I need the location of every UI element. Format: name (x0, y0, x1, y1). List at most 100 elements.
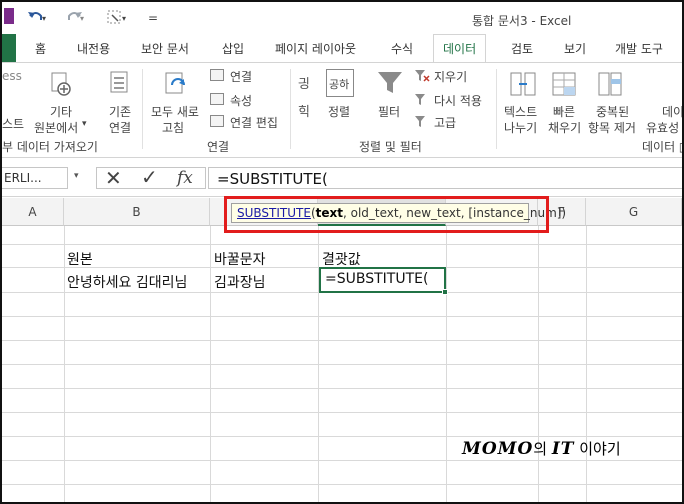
cell-d2[interactable]: 결괏값 (322, 249, 361, 269)
filter-icon[interactable] (376, 69, 404, 97)
title-bar: ▾ ▾ ▾ = 통합 문서3 - Excel (2, 2, 682, 34)
data-validation-label-1[interactable]: 데이 (662, 103, 682, 120)
cell-d3-editing[interactable]: =SUBSTITUTE( (325, 271, 428, 287)
svg-text:▾: ▾ (42, 14, 46, 23)
group-label-get-external: 부 데이터 가져오기 (2, 140, 98, 154)
watermark-rest: 이야기 (574, 440, 621, 458)
gridline (2, 484, 682, 485)
edit-links-label[interactable]: 연결 편집 (230, 114, 278, 131)
connections-label[interactable]: 연결 (230, 68, 252, 85)
other-sources-label-2[interactable]: 원본에서 (34, 119, 78, 136)
tab-page-layout[interactable]: 페이지 레이아웃 (275, 40, 356, 57)
text-to-columns-icon[interactable] (508, 69, 538, 99)
tab-home[interactable]: 홈 (35, 40, 46, 57)
svg-text:▾: ▾ (122, 14, 126, 23)
tab-insert[interactable]: 삽입 (222, 40, 244, 57)
formula-bar: ERLI... ▾ ✕ ✓ fx =SUBSTITUTE( (2, 159, 682, 197)
refresh-all-label-1[interactable]: 모두 새로 (151, 103, 199, 120)
cancel-icon[interactable]: ✕ (105, 166, 122, 190)
gridline (2, 436, 682, 437)
watermark: MOMO의 IT 이야기 (462, 438, 621, 459)
file-tab[interactable] (2, 34, 16, 62)
sort-label[interactable]: 정렬 (328, 103, 350, 120)
watermark-brand: MOMO (462, 439, 534, 459)
column-header-b[interactable]: B (64, 198, 210, 226)
reapply-label[interactable]: 다시 적용 (434, 92, 482, 109)
save-icon[interactable] (4, 8, 14, 24)
tab-formulas[interactable]: 수식 (391, 40, 413, 57)
from-text-label[interactable]: 스트 (2, 115, 24, 132)
ribbon-data: ess 스트 기타 원본에서 ▾ 기존 연결 부 데이터 가져오기 모두 새로 … (2, 62, 682, 158)
existing-connections-label-1[interactable]: 기존 (109, 103, 131, 120)
window-title: 통합 문서3 - Excel (472, 14, 572, 28)
edit-links-icon[interactable] (210, 115, 224, 127)
tab-my-use[interactable]: 내전용 (77, 40, 110, 57)
connections-icon[interactable] (210, 69, 224, 81)
text-to-columns-label-1[interactable]: 텍스트 (504, 103, 537, 120)
fill-handle[interactable] (442, 289, 448, 295)
sort-icon[interactable]: 공하 (326, 69, 354, 97)
tab-data[interactable]: 데이터 (433, 34, 487, 63)
advanced-filter-icon[interactable] (414, 115, 430, 129)
text-to-columns-label-2[interactable]: 나누기 (504, 119, 537, 136)
ribbon-tabs: 홈 내전용 보안 문서 삽입 페이지 레이아웃 수식 데이터 검토 보기 개발 … (2, 34, 682, 63)
svg-text:▾: ▾ (80, 14, 84, 23)
remove-duplicates-icon[interactable] (596, 69, 626, 99)
existing-connections-label-2[interactable]: 연결 (109, 119, 131, 136)
watermark-particle: 의 (533, 440, 552, 458)
cell-c2[interactable]: 바꿀문자 (214, 249, 266, 269)
sort-az-icon[interactable]: 긩 (298, 73, 310, 92)
undo-icon[interactable]: ▾ (26, 9, 48, 25)
name-box-dropdown-icon[interactable]: ▾ (74, 171, 79, 181)
column-header-a[interactable]: A (2, 198, 64, 226)
flash-fill-icon[interactable] (550, 69, 580, 99)
sort-za-icon[interactable]: 힉 (298, 101, 310, 120)
formula-input[interactable]: =SUBSTITUTE( (208, 167, 682, 189)
tab-review[interactable]: 검토 (511, 40, 533, 57)
existing-connections-icon[interactable] (108, 69, 132, 99)
tab-developer[interactable]: 개발 도구 (615, 40, 663, 57)
group-separator (142, 69, 143, 149)
name-box[interactable]: ERLI... (2, 167, 68, 189)
remove-duplicates-label-2[interactable]: 항목 제거 (588, 119, 636, 136)
group-separator (496, 69, 497, 149)
properties-icon[interactable] (210, 93, 224, 105)
other-sources-label-1[interactable]: 기타 (50, 103, 72, 120)
redo-icon[interactable]: ▾ (64, 9, 86, 25)
group-label-sort-filter: 정렬 및 필터 (359, 140, 422, 154)
tab-secure-doc[interactable]: 보안 문서 (141, 40, 189, 57)
properties-label[interactable]: 속성 (230, 92, 252, 109)
quick-access-more[interactable]: = (148, 11, 158, 25)
group-label-connections: 연결 (207, 140, 230, 154)
chevron-down-icon[interactable]: ▾ (82, 119, 87, 129)
column-header-g[interactable]: G (586, 198, 682, 226)
tab-view[interactable]: 보기 (564, 40, 586, 57)
watermark-brand-2: IT (551, 439, 575, 459)
data-validation-label-2[interactable]: 유효성 (646, 119, 679, 136)
customize-icon[interactable]: ▾ (106, 9, 130, 25)
gridline (2, 316, 682, 317)
gridline (2, 244, 682, 245)
formula-buttons: ✕ ✓ fx (96, 165, 206, 190)
remove-duplicates-label-1[interactable]: 중복된 (596, 103, 629, 120)
excel-window: ▾ ▾ ▾ = 통합 문서3 - Excel 홈 내전용 보안 문서 삽입 페이… (0, 0, 684, 504)
clear-filter-icon[interactable] (414, 69, 430, 83)
gridline (2, 460, 682, 461)
filter-label[interactable]: 필터 (378, 103, 400, 120)
insert-function-icon[interactable]: fx (177, 168, 193, 188)
active-cell-d3[interactable]: =SUBSTITUTE( (319, 267, 448, 295)
enter-icon[interactable]: ✓ (141, 165, 158, 189)
reapply-icon[interactable] (414, 93, 430, 107)
gridline (2, 364, 682, 365)
cell-b2[interactable]: 원본 (67, 249, 93, 269)
flash-fill-label-2[interactable]: 채우기 (548, 119, 581, 136)
cell-c3[interactable]: 김과장님 (214, 272, 266, 292)
other-sources-icon[interactable] (48, 69, 74, 99)
flash-fill-label-1[interactable]: 빠른 (553, 103, 575, 120)
refresh-all-label-2[interactable]: 고침 (162, 119, 184, 136)
advanced-label[interactable]: 고급 (434, 114, 456, 131)
clear-label[interactable]: 지우기 (434, 68, 467, 85)
refresh-all-icon[interactable] (162, 69, 190, 99)
gridline (2, 412, 682, 413)
cell-b3[interactable]: 안녕하세요 김대리님 (67, 272, 187, 292)
